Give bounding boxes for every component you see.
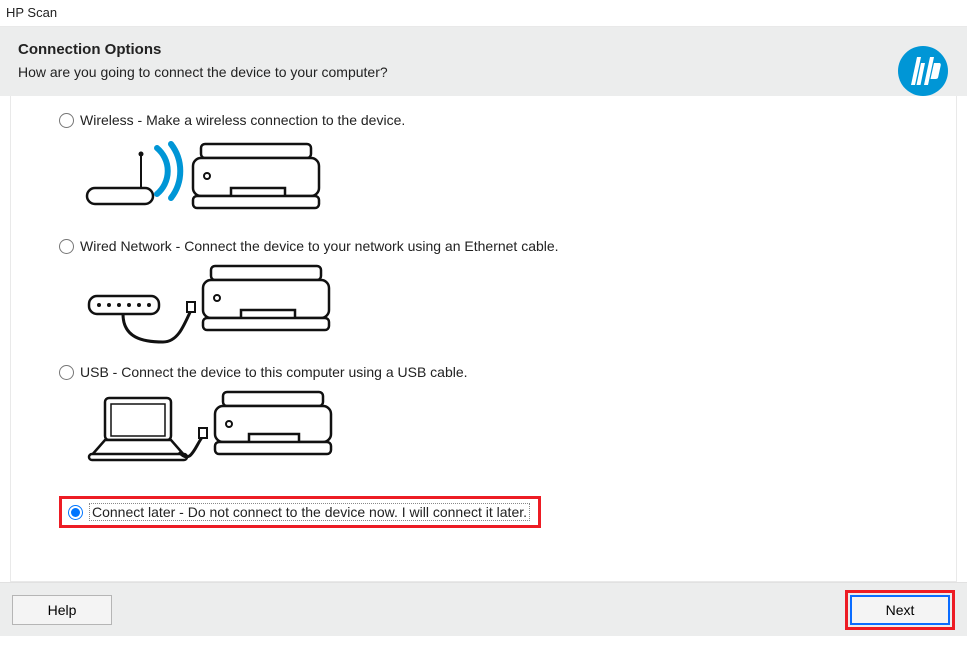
page-header: Connection Options How are you going to …: [0, 27, 967, 96]
option-wired: Wired Network - Connect the device to yo…: [59, 238, 930, 350]
radio-wireless-input[interactable]: [59, 113, 74, 128]
option-usb: USB - Connect the device to this compute…: [59, 364, 930, 476]
radio-connect-later-label: Connect later - Do not connect to the de…: [89, 503, 530, 521]
radio-usb[interactable]: USB - Connect the device to this compute…: [59, 364, 930, 380]
radio-connect-later[interactable]: Connect later - Do not connect to the de…: [68, 503, 530, 521]
radio-usb-label: USB - Connect the device to this compute…: [80, 364, 468, 380]
window-titlebar: HP Scan: [0, 0, 967, 27]
page-title: Connection Options: [18, 41, 949, 58]
radio-wired[interactable]: Wired Network - Connect the device to yo…: [59, 238, 930, 254]
radio-wireless[interactable]: Wireless - Make a wireless connection to…: [59, 112, 930, 128]
radio-wired-label: Wired Network - Connect the device to yo…: [80, 238, 559, 254]
page-subtitle: How are you going to connect the device …: [18, 64, 949, 80]
footer-bar: Help Next: [0, 582, 967, 636]
radio-wireless-label: Wireless - Make a wireless connection to…: [80, 112, 405, 128]
help-button[interactable]: Help: [12, 595, 112, 625]
radio-usb-input[interactable]: [59, 365, 74, 380]
options-panel: Wireless - Make a wireless connection to…: [10, 96, 957, 582]
illustration-wired-icon: [83, 260, 930, 350]
radio-wired-input[interactable]: [59, 239, 74, 254]
next-button[interactable]: Next: [850, 595, 950, 625]
window-title: HP Scan: [6, 5, 57, 20]
hp-logo-icon: [897, 45, 949, 100]
illustration-usb-icon: [83, 386, 930, 476]
illustration-wireless-icon: [83, 134, 930, 224]
option-wireless: Wireless - Make a wireless connection to…: [59, 112, 930, 224]
radio-connect-later-input[interactable]: [68, 505, 83, 520]
option-connect-later-highlight: Connect later - Do not connect to the de…: [59, 496, 541, 528]
next-button-highlight: Next: [845, 590, 955, 630]
